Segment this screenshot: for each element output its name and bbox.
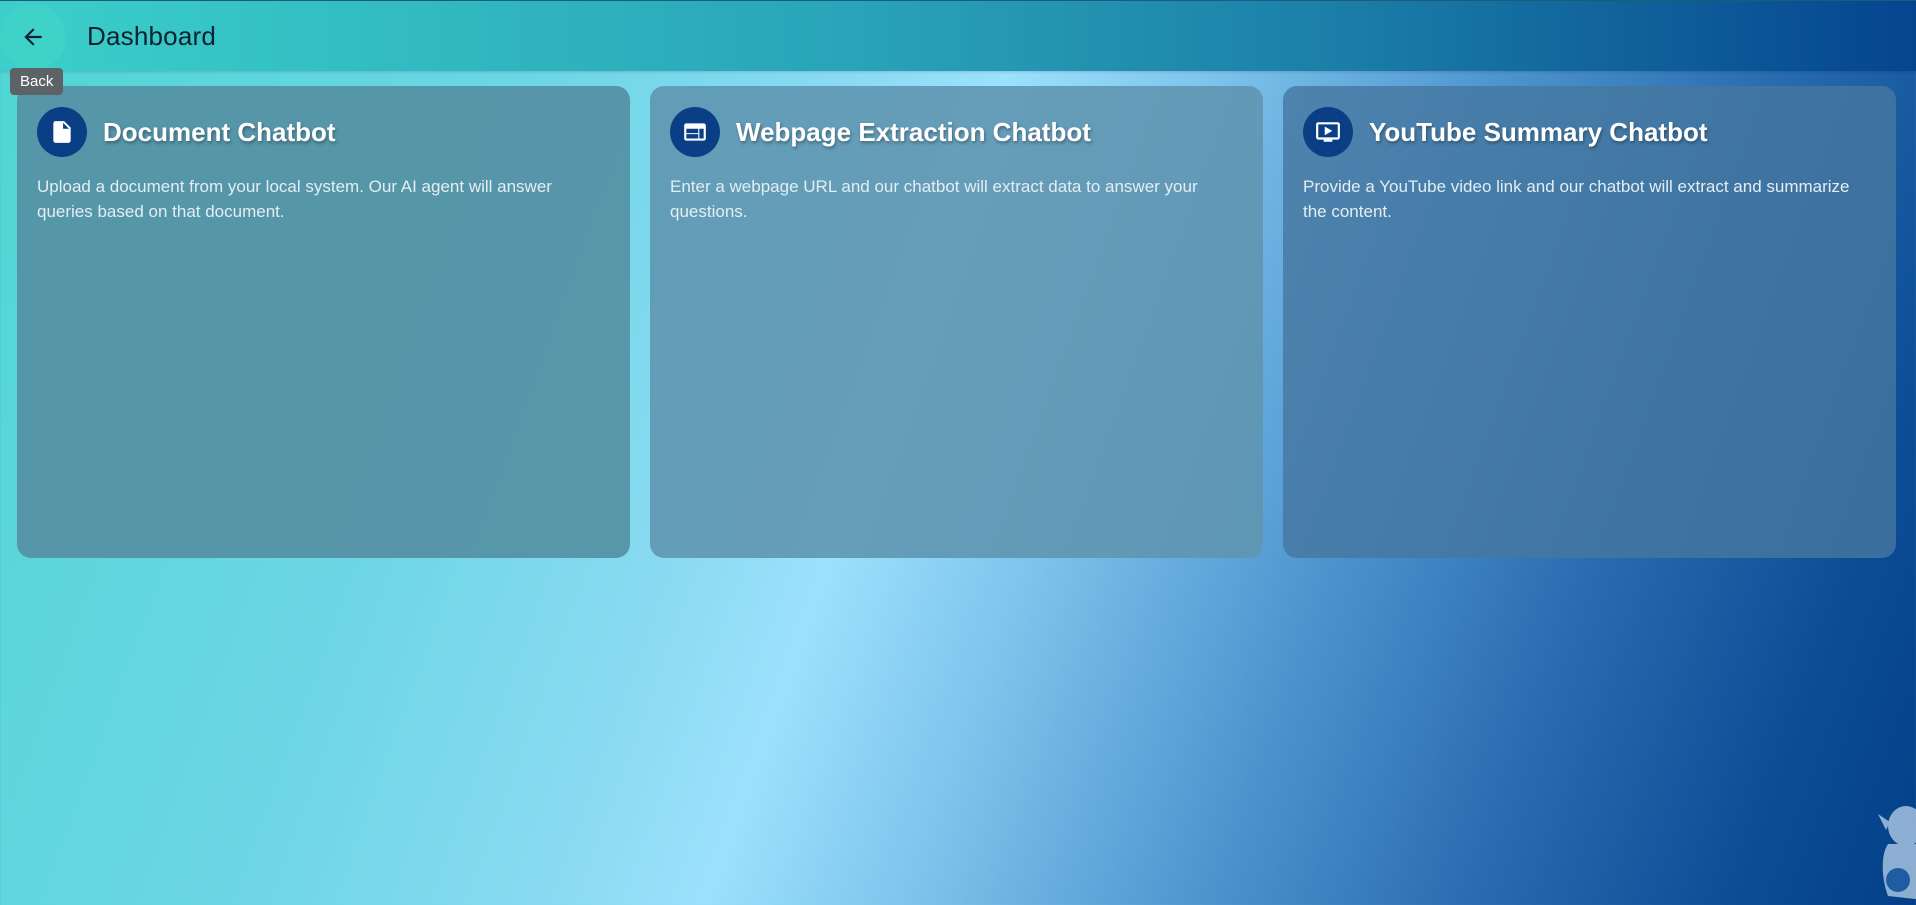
youtube-summary-chatbot-card[interactable]: YouTube Summary Chatbot Provide a YouTub… xyxy=(1283,86,1896,558)
card-title: Document Chatbot xyxy=(103,116,336,147)
video-screen-icon xyxy=(1303,107,1353,157)
card-title: Webpage Extraction Chatbot xyxy=(736,116,1091,147)
app-bar: Dashboard xyxy=(0,0,1916,71)
card-title: YouTube Summary Chatbot xyxy=(1369,116,1708,147)
document-chatbot-card[interactable]: Document Chatbot Upload a document from … xyxy=(17,86,630,558)
page-title: Dashboard xyxy=(87,21,216,51)
card-header: Document Chatbot xyxy=(37,106,610,158)
card-header: Webpage Extraction Chatbot xyxy=(670,106,1243,158)
back-tooltip: Back xyxy=(10,68,64,95)
chatbot-cards: Document Chatbot Upload a document from … xyxy=(17,86,1897,558)
card-description: Provide a YouTube video link and our cha… xyxy=(1303,177,1850,221)
arrow-left-icon xyxy=(24,28,42,46)
card-description: Enter a webpage URL and our chatbot will… xyxy=(670,177,1198,221)
webpage-icon xyxy=(670,107,720,157)
mascot-icon xyxy=(1878,806,1916,900)
card-header: YouTube Summary Chatbot xyxy=(1303,106,1876,158)
document-icon xyxy=(37,107,87,157)
back-button[interactable] xyxy=(0,4,66,70)
webpage-extraction-chatbot-card[interactable]: Webpage Extraction Chatbot Enter a webpa… xyxy=(650,86,1263,558)
card-description: Upload a document from your local system… xyxy=(37,177,552,221)
